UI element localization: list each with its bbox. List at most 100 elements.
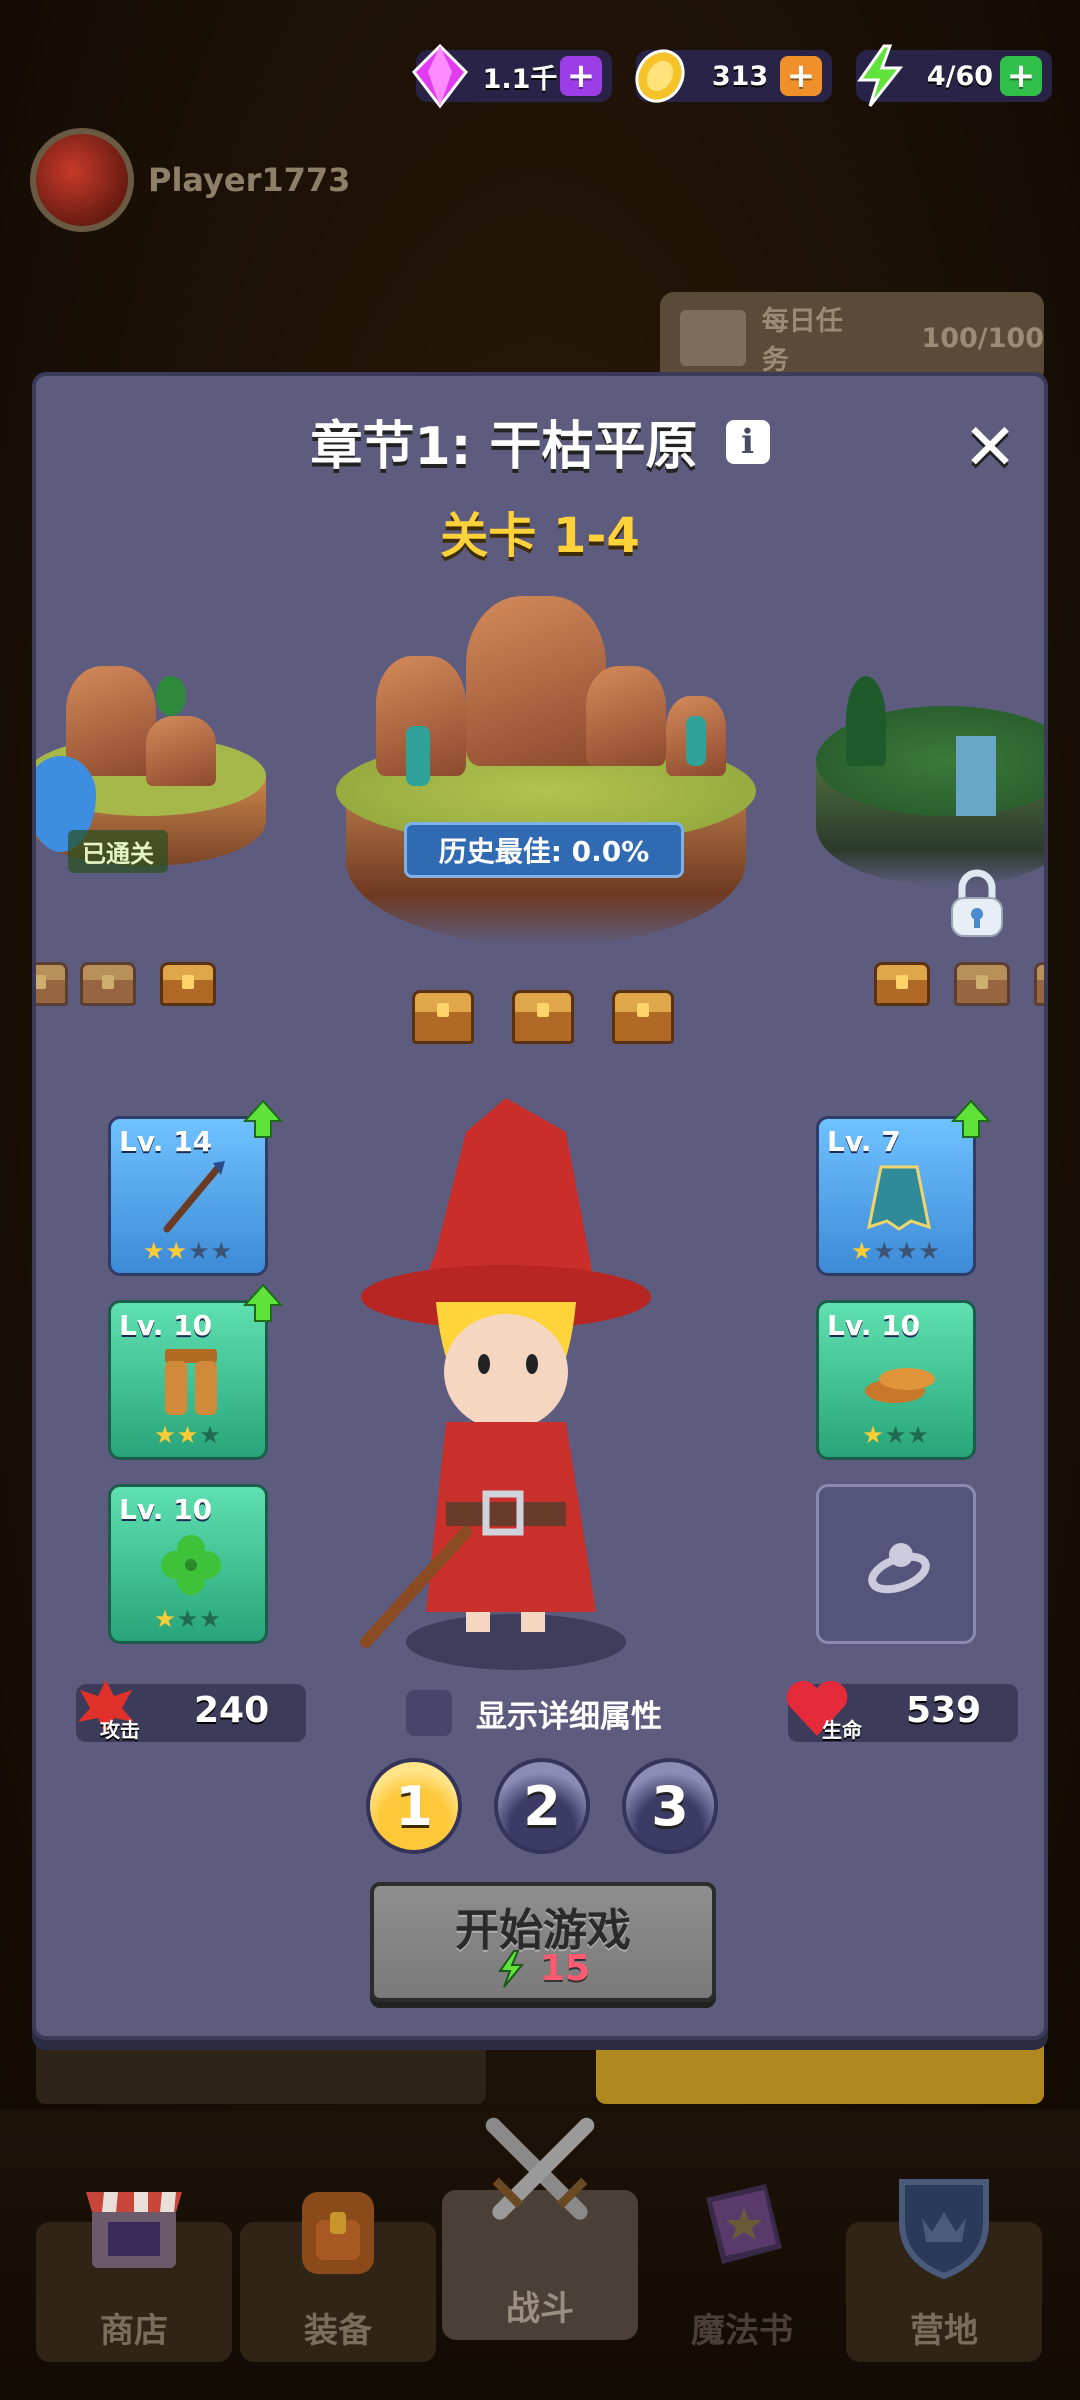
slot-level: Lv. 7: [827, 1125, 901, 1158]
equip-slot-weapon[interactable]: Lv. 14 ★★★★: [108, 1099, 283, 1276]
start-game-button[interactable]: 开始游戏 15: [370, 1882, 716, 2002]
gems-counter: 1.1千 +: [412, 43, 612, 109]
island-current[interactable]: [316, 576, 776, 976]
currency-bar: 1.1千 + 313 + 4/60 +: [412, 43, 1052, 109]
bottom-nav: 商店 装备 战斗 魔法书 营地: [0, 2110, 1080, 2400]
star-rating: ★★★: [862, 1421, 930, 1449]
equip-slot-ring-empty[interactable]: [816, 1484, 976, 1644]
chest-icon: [954, 962, 1010, 1006]
star-rating: ★★★: [154, 1421, 222, 1449]
backpack-icon: [302, 2192, 374, 2274]
nav-label: 魔法书: [691, 2311, 793, 2351]
chest-icon: [874, 962, 930, 1006]
clover-icon: [161, 1535, 221, 1595]
lightning-icon: [498, 1949, 525, 1988]
star-rating: ★★★: [154, 1605, 222, 1633]
level-label: 关卡 1-4: [440, 508, 640, 564]
stage-select-panel: 章节1: 干枯平原 i ✕ 关卡 1-4 已通关 历史最佳: 0.0% Lv. …: [32, 372, 1048, 2040]
coins-counter: 313 +: [635, 49, 832, 103]
add-energy-button[interactable]: +: [1000, 56, 1042, 96]
wizard-character: [360, 1098, 651, 1670]
detail-label: 显示详细属性: [476, 1698, 662, 1735]
attack-stat: 攻击 240: [76, 1680, 306, 1742]
slot-level: Lv. 10: [119, 1309, 213, 1342]
daily-task-banner[interactable]: 每日任务 100/100: [660, 292, 1044, 384]
energy-counter: 4/60 +: [856, 44, 1052, 107]
coins-value: 313: [711, 60, 769, 92]
difficulty-1-button[interactable]: 1: [366, 1758, 462, 1854]
newspaper-icon: [680, 310, 746, 366]
crown-shield-icon: [899, 2179, 989, 2280]
upgrade-arrow-icon: [243, 1099, 283, 1138]
chest-icon: [36, 962, 68, 1006]
lightning-icon: [857, 44, 904, 107]
equip-slot-accessory[interactable]: Lv. 10 ★★★: [108, 1484, 268, 1644]
difficulty-3-button[interactable]: 3: [622, 1758, 718, 1854]
equip-slot-armor[interactable]: Lv. 7 ★★★★: [816, 1099, 991, 1276]
nav-label: 装备: [304, 2311, 372, 2351]
equip-slot-pants[interactable]: Lv. 10 ★★★: [108, 1283, 283, 1460]
cloak-icon: [867, 1165, 931, 1231]
difficulty-2-button[interactable]: 2: [494, 1758, 590, 1854]
nav-label: 战斗: [506, 2289, 574, 2329]
background-card: [596, 2042, 1044, 2104]
chest-icon: [1034, 962, 1044, 1006]
nav-camp[interactable]: 营地: [846, 2179, 1042, 2362]
nav-label: 商店: [100, 2311, 168, 2351]
daily-task-progress: 100/100: [921, 322, 1044, 354]
ring-icon: [868, 1543, 930, 1594]
player-profile[interactable]: Player1773: [30, 128, 350, 232]
add-gems-button[interactable]: +: [560, 56, 602, 96]
hp-value: 539: [906, 1690, 982, 1731]
attack-label: 攻击: [100, 1718, 140, 1742]
hp-stat: 生命 539: [786, 1680, 1018, 1742]
info-icon[interactable]: i: [725, 419, 770, 464]
star-rating: ★★★★: [142, 1237, 234, 1265]
nav-equipment[interactable]: 装备: [240, 2192, 436, 2362]
coin-icon: [635, 49, 685, 103]
shoes-icon: [865, 1368, 935, 1403]
gems-value: 1.1千: [482, 63, 558, 95]
upgrade-arrow-icon: [951, 1099, 991, 1138]
nav-battle[interactable]: 战斗: [442, 2117, 638, 2340]
background-card: [36, 2042, 486, 2104]
chest-icon[interactable]: [512, 990, 574, 1044]
chest-icon: [160, 962, 216, 1006]
chapter-title: 章节1: 干枯平原 i: [310, 404, 770, 479]
spellbook-icon: [706, 2184, 782, 2264]
slot-level: Lv. 14: [119, 1125, 213, 1158]
shop-icon: [86, 2192, 182, 2268]
pants-icon: [165, 1349, 217, 1415]
hp-label: 生命: [822, 1718, 862, 1742]
start-cost-value: 15: [539, 1948, 591, 1989]
equip-slot-shoes[interactable]: Lv. 10 ★★★: [816, 1300, 976, 1460]
energy-value: 4/60: [926, 60, 994, 92]
upgrade-arrow-icon: [243, 1283, 283, 1322]
start-cost: 15: [374, 1948, 712, 1989]
close-icon[interactable]: ✕: [958, 416, 1022, 480]
avatar[interactable]: [30, 128, 134, 232]
cleared-badge: 已通关: [68, 830, 168, 873]
island-next[interactable]: [806, 646, 1044, 906]
chest-icon[interactable]: [412, 990, 474, 1044]
history-best-badge: 历史最佳: 0.0%: [404, 822, 684, 878]
staff-icon: [163, 1161, 225, 1233]
crossed-swords-icon: [485, 2117, 595, 2220]
slot-level: Lv. 10: [827, 1309, 921, 1342]
show-detail-toggle[interactable]: 显示详细属性: [406, 1690, 662, 1736]
add-coins-button[interactable]: +: [780, 56, 822, 96]
gem-icon: [412, 43, 468, 109]
slot-level: Lv. 10: [119, 1493, 213, 1526]
lock-icon: [951, 869, 1003, 937]
detail-checkbox[interactable]: [406, 1690, 452, 1736]
chapter-title-text: 章节1: 干枯平原: [310, 417, 698, 477]
nav-shop[interactable]: 商店: [36, 2192, 232, 2362]
chest-icon: [80, 962, 136, 1006]
player-name: Player1773: [148, 161, 351, 199]
chest-icon[interactable]: [612, 990, 674, 1044]
nav-spellbook[interactable]: 魔法书: [644, 2184, 840, 2362]
daily-task-label: 每日任务: [761, 306, 843, 376]
star-rating: ★★★★: [850, 1237, 942, 1265]
nav-label: 营地: [910, 2311, 978, 2351]
attack-value: 240: [194, 1690, 270, 1731]
